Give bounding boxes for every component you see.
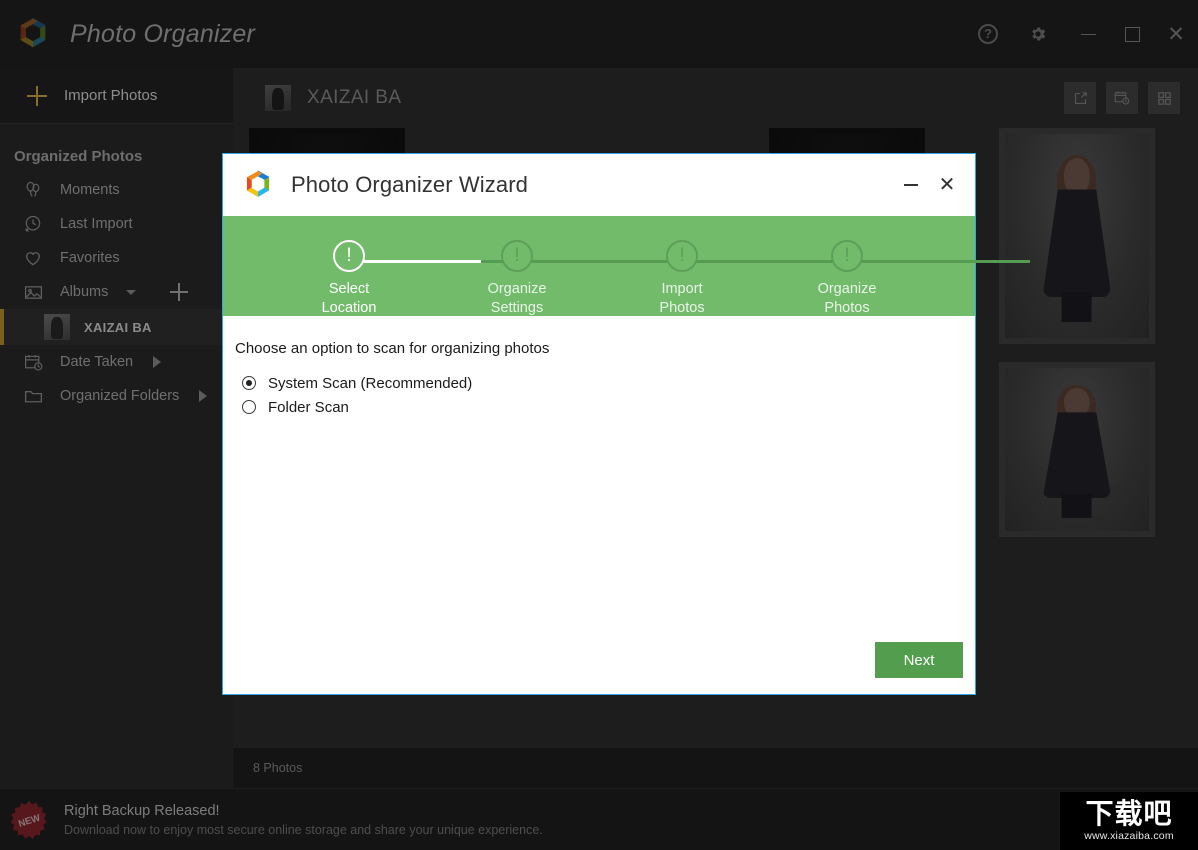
wizard-step-import-photos[interactable]: ! Import Photos — [617, 240, 747, 318]
sidebar-label-last-import: Last Import — [60, 216, 133, 232]
chevron-right-icon[interactable] — [153, 356, 161, 368]
import-photos-label: Import Photos — [64, 87, 157, 104]
sidebar-label-albums: Albums — [60, 284, 108, 300]
step-label-line1: Organize — [488, 281, 547, 297]
chevron-down-icon[interactable] — [126, 290, 136, 295]
watermark-url: www.xiazaiba.com — [1084, 830, 1174, 842]
dialog-minimize-button[interactable] — [893, 165, 929, 205]
balloons-icon — [22, 179, 44, 201]
next-button[interactable]: Next — [875, 642, 963, 678]
organized-photos-heading: Organized Photos — [14, 148, 233, 165]
sidebar-label-date-taken: Date Taken — [60, 354, 133, 370]
title-bar: Photo Organizer ? ✕ — [0, 0, 1198, 68]
add-album-icon[interactable] — [170, 283, 188, 301]
step-label-line2: Settings — [491, 300, 543, 316]
app-title: Photo Organizer — [70, 20, 255, 49]
radio-label: Folder Scan — [268, 399, 349, 416]
step-label-line1: Select — [329, 281, 369, 297]
sidebar-item-last-import[interactable]: Last Import — [0, 207, 233, 241]
album-label: XAIZAI BA — [84, 320, 152, 335]
dialog-window-controls: ✕ — [893, 154, 965, 216]
photo-count: 8 Photos — [253, 761, 302, 775]
chevron-right-icon[interactable] — [199, 390, 207, 402]
sidebar-label-organized-folders: Organized Folders — [60, 388, 179, 404]
step-label-line1: Organize — [818, 281, 877, 297]
sidebar-item-favorites[interactable]: Favorites — [0, 241, 233, 275]
site-watermark: 下载吧 www.xiazaiba.com — [1060, 792, 1198, 850]
content-header: XAIZAI BA — [233, 68, 1198, 128]
photo-thumbnail[interactable] — [999, 362, 1155, 537]
clock-history-icon — [22, 213, 44, 235]
wizard-step-label: Organize Settings — [452, 280, 582, 318]
sidebar-item-date-taken[interactable]: Date Taken — [0, 345, 233, 379]
dialog-body: Choose an option to scan for organizing … — [223, 316, 975, 694]
wizard-step-organize-photos[interactable]: ! Organize Photos — [782, 240, 912, 318]
wizard-step-organize-settings[interactable]: ! Organize Settings — [452, 240, 582, 318]
folder-icon — [22, 385, 44, 407]
wizard-step-label: Organize Photos — [782, 280, 912, 318]
grid-view-icon[interactable] — [1148, 82, 1180, 114]
wizard-step-label: Import Photos — [617, 280, 747, 318]
dialog-logo-icon — [241, 168, 275, 202]
radio-option-folder-scan[interactable]: Folder Scan — [235, 395, 975, 419]
calendar-clock-icon[interactable] — [1106, 82, 1138, 114]
sidebar-item-albums[interactable]: Albums — [0, 275, 233, 309]
header-thumbnail — [265, 85, 291, 111]
app-window: Photo Organizer ? ✕ Import Photos Organi… — [0, 0, 1198, 850]
sidebar-item-moments[interactable]: Moments — [0, 173, 233, 207]
heart-icon — [22, 247, 44, 269]
calendar-clock-icon — [22, 351, 44, 373]
image-icon — [22, 281, 44, 303]
promo-text: Right Backup Released! Download now to e… — [64, 803, 543, 837]
alert-icon: ! — [666, 240, 698, 272]
alert-icon: ! — [333, 240, 365, 272]
wizard-stepper: ! Select Location ! Organize Settings ! … — [223, 216, 975, 316]
alert-icon: ! — [831, 240, 863, 272]
wizard-step-select-location[interactable]: ! Select Location — [284, 240, 414, 318]
wizard-step-label: Select Location — [284, 280, 414, 318]
dialog-close-button[interactable]: ✕ — [929, 165, 965, 205]
wizard-dialog: Photo Organizer Wizard ✕ ! Select Locati… — [222, 153, 976, 695]
dialog-title: Photo Organizer Wizard — [291, 172, 528, 198]
watermark-text: 下载吧 — [1085, 800, 1172, 828]
radio-label: System Scan (Recommended) — [268, 375, 472, 392]
sidebar-label-favorites: Favorites — [60, 250, 120, 266]
gear-icon[interactable] — [1016, 0, 1060, 68]
close-button[interactable]: ✕ — [1154, 0, 1198, 68]
import-photos-button[interactable]: Import Photos — [0, 68, 233, 124]
help-icon[interactable]: ? — [966, 0, 1010, 68]
photo-thumbnail[interactable] — [999, 128, 1155, 344]
promo-title: Right Backup Released! — [64, 803, 543, 819]
sidebar-label-moments: Moments — [60, 182, 120, 198]
step-label-line1: Import — [661, 281, 702, 297]
radio-button[interactable] — [242, 400, 256, 414]
step-label-line2: Location — [322, 300, 377, 316]
step-label-line2: Photos — [824, 300, 869, 316]
sidebar-album-xaizai-ba[interactable]: XAIZAI BA — [0, 309, 233, 345]
status-bar: 8 Photos — [233, 748, 1198, 788]
album-thumbnail — [44, 314, 70, 340]
maximize-button[interactable] — [1110, 0, 1154, 68]
sidebar: Import Photos Organized Photos Moments L… — [0, 68, 233, 850]
dialog-title-bar: Photo Organizer Wizard ✕ — [223, 154, 975, 216]
window-controls: ? ✕ — [966, 0, 1198, 68]
sidebar-item-organized-folders[interactable]: Organized Folders — [0, 379, 233, 413]
minimize-button[interactable] — [1066, 0, 1110, 68]
page-title: XAIZAI BA — [307, 87, 401, 109]
radio-option-system-scan[interactable]: System Scan (Recommended) — [235, 371, 975, 395]
radio-button[interactable] — [242, 376, 256, 390]
step-label-line2: Photos — [659, 300, 704, 316]
plus-icon — [27, 86, 47, 106]
header-toolbar — [1064, 82, 1180, 114]
open-external-icon[interactable] — [1064, 82, 1096, 114]
promo-banner[interactable]: NEW Right Backup Released! Download now … — [0, 788, 1198, 850]
alert-icon: ! — [501, 240, 533, 272]
app-logo-icon — [14, 15, 52, 53]
new-badge-icon: NEW — [8, 799, 50, 841]
scan-prompt: Choose an option to scan for organizing … — [235, 340, 975, 357]
promo-subtitle: Download now to enjoy most secure online… — [64, 823, 543, 837]
